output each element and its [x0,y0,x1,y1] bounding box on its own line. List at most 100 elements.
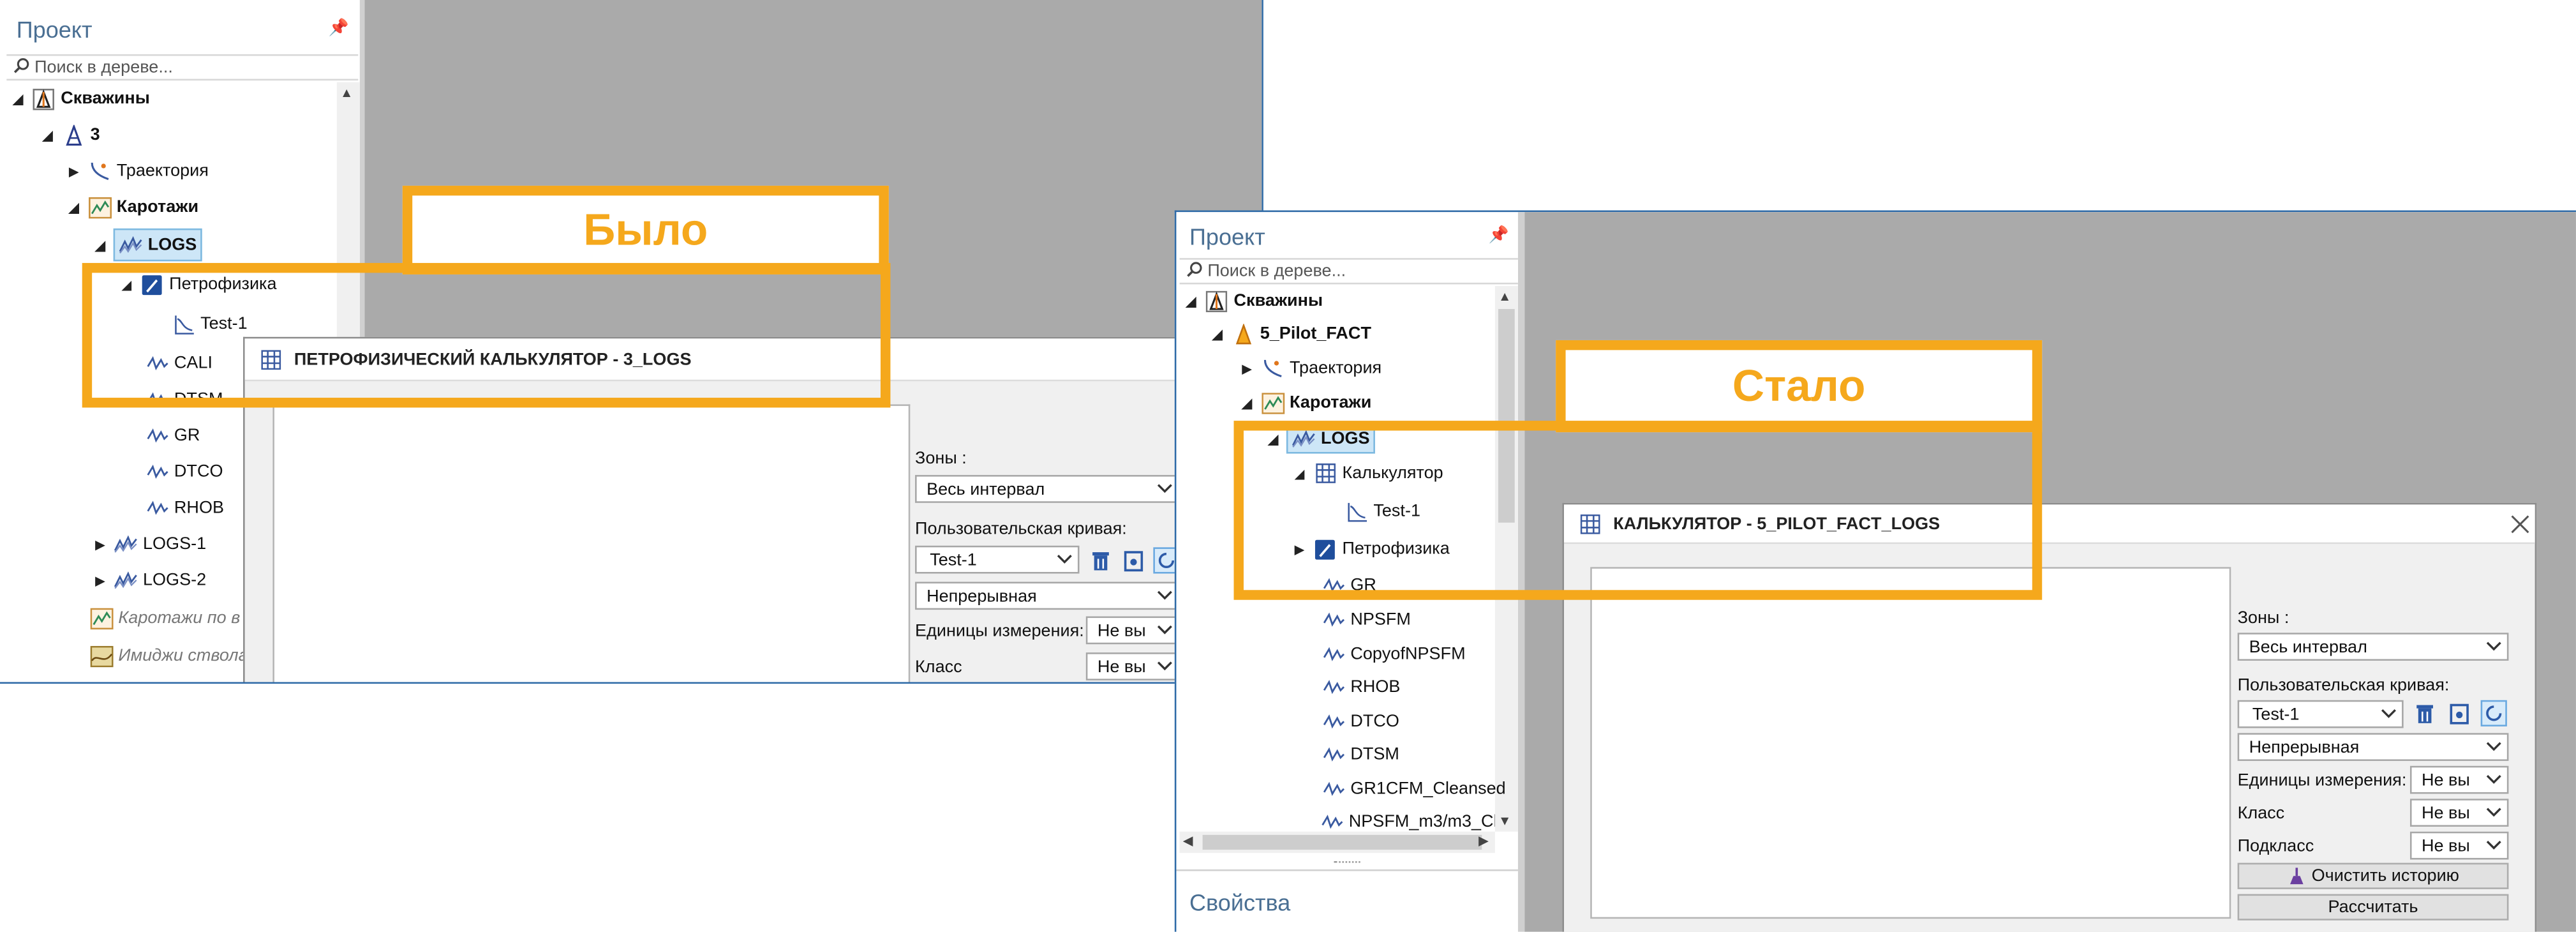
before-zones-select[interactable]: Весь интервал [915,475,1180,503]
save-icon[interactable] [1120,547,1147,573]
collapse-arrow-icon[interactable]: ◢ [10,91,26,106]
after-tree-item-copyofnpsfm[interactable]: CopyofNPSFM [1321,638,1466,670]
before-highlight-frame [82,262,891,408]
tree-item-label: Каротажи [1290,393,1372,413]
refresh-icon[interactable] [2480,700,2507,726]
close-icon[interactable] [2507,511,2533,537]
expand-arrow-icon[interactable]: ▶ [1239,361,1255,375]
chevron-down-icon [2381,709,2396,718]
chevron-down-icon [1157,484,1172,493]
collapse-arrow-icon[interactable]: ◢ [1209,326,1226,341]
after-caption: Стало [1556,340,2043,433]
calculate-button[interactable]: Рассчитать [2237,894,2509,921]
scroll-up-icon[interactable]: ▲ [340,86,353,100]
scroll-down-icon[interactable]: ▼ [1498,813,1511,828]
save-icon[interactable] [2446,700,2473,726]
properties-panel-title[interactable]: Свойства [1189,889,1290,915]
after-user-curve-select[interactable]: Test-1 [2237,700,2404,728]
chevron-down-icon [2486,742,2501,751]
user-curve-value: Test-1 [930,550,977,570]
collapse-arrow-icon[interactable]: ◢ [40,128,56,142]
after-tree-item-npsfm[interactable]: NPSFM [1321,603,1411,636]
after-search-input[interactable]: Поиск в дереве... [1179,258,1518,285]
after-zones-select[interactable]: Весь интервал [2237,633,2509,661]
after-tree-item-dtsm[interactable]: DTSM [1321,738,1399,770]
zones-value: Весь интервал [2249,636,2367,657]
delete-icon[interactable] [2412,700,2438,726]
tree-item-label: GR1CFM_Cleansed [1350,779,1506,799]
after-units-select[interactable]: Не вы [2409,765,2509,794]
after-tree-item-gr1cfm[interactable]: GR1CFM_Cleansed [1321,772,1506,805]
after-subclass-select[interactable]: Не вы [2409,831,2509,860]
pin-icon[interactable]: 📌 [329,20,349,38]
chevron-down-icon [1157,625,1172,635]
after-tree-item-npsfm-cleansed[interactable]: NPSFM_m3/m3_Cle [1321,806,1495,838]
curve-icon [1321,711,1346,732]
before-formula-editor[interactable] [272,404,911,682]
before-class-select[interactable]: Не вы [1085,652,1180,680]
clear-history-label: Очистить историю [2311,866,2459,886]
before-tree-item-logs-2[interactable]: ▶ LOGS-2 [92,564,206,596]
expand-arrow-icon[interactable]: ▶ [66,163,82,178]
before-caption: Было [402,185,889,274]
pin-icon[interactable]: 📌 [1489,227,1509,244]
before-tree-item-wells[interactable]: ◢ Скважины [10,82,150,115]
clear-history-button[interactable]: Очистить историю [2237,862,2509,889]
after-tree-item-rhob[interactable]: RHOB [1321,670,1400,703]
before-tree-item-dtco[interactable]: DTCO [145,455,223,488]
curve-icon [1321,676,1346,697]
after-formula-editor[interactable] [1590,567,2231,919]
tree-item-label: LOGS-2 [142,570,207,590]
curve-icon [1321,778,1346,799]
after-class-select[interactable]: Не вы [2409,799,2509,827]
before-tree-item-logs-by-depth[interactable]: Каротажи по в [89,601,240,634]
before-tree-item-borehole-images[interactable]: Имиджи ствола [89,640,248,672]
curve-icon [145,425,170,446]
curve-icon [1321,811,1344,832]
after-curve-type-select[interactable]: Непрерывная [2237,733,2509,762]
tree-item-label: Скважины [1233,290,1323,311]
after-tree-item-trajectory[interactable]: ▶ Траектория [1239,352,1381,384]
before-tree-item-rhob[interactable]: RHOB [145,492,224,524]
before-tree-item-logs-folder[interactable]: ◢ Каротажи [66,191,198,223]
subclass-value: Не вы [2421,836,2470,856]
class-label: Класс [915,657,962,677]
before-tree-item-trajectory[interactable]: ▶ Траектория [66,154,209,187]
broom-icon [2287,866,2307,886]
search-icon [13,57,30,78]
collapse-arrow-icon[interactable]: ◢ [1239,395,1255,410]
class-label: Класс [2237,803,2285,823]
after-tree-item-dtco[interactable]: DTCO [1321,705,1399,738]
before-search-placeholder: Поиск в дереве... [34,57,173,78]
before-curve-type-select[interactable]: Непрерывная [915,582,1180,610]
tree-item-label: CopyofNPSFM [1350,644,1466,665]
expand-arrow-icon[interactable]: ▶ [92,537,108,552]
before-tree-item-logs-1[interactable]: ▶ LOGS-1 [92,527,206,560]
collapse-arrow-icon[interactable]: ◢ [66,200,82,214]
log-set-icon [114,533,138,554]
before-user-curve-select[interactable]: Test-1 [915,545,1080,574]
scroll-left-icon[interactable]: ◀ [1183,833,1193,848]
after-tree-item-well[interactable]: ◢ 5_Pilot_FACT [1209,317,1371,350]
delete-icon[interactable] [1087,547,1113,573]
panel-splitter-grip[interactable] [1334,861,1360,864]
scroll-up-icon[interactable]: ▲ [1498,289,1511,304]
curve-icon [1321,609,1346,630]
tree-item-label: DTCO [1350,711,1399,732]
after-tree-item-logs-folder[interactable]: ◢ Каротажи [1239,386,1371,419]
before-tree-item-gr[interactable]: GR [145,419,200,452]
zones-label: Зоны : [2237,608,2289,628]
chevron-down-icon [2486,808,2501,817]
before-tree-item-well[interactable]: ◢ 3 [40,118,100,151]
after-tree-item-wells[interactable]: ◢ Скважины [1183,284,1323,317]
collapse-arrow-icon[interactable]: ◢ [92,237,108,252]
chevron-down-icon [1157,590,1172,600]
before-units-select[interactable]: Не вы [1085,616,1180,645]
expand-arrow-icon[interactable]: ▶ [92,573,108,587]
before-search-input[interactable]: Поиск в дереве... [6,54,359,81]
before-tree-item-logs[interactable]: ◢ LOGS [92,228,202,262]
collapse-arrow-icon[interactable]: ◢ [1183,294,1200,308]
tree-selection: LOGS [113,228,202,262]
trajectory-icon [1260,357,1285,379]
curve-icon [1321,744,1346,765]
